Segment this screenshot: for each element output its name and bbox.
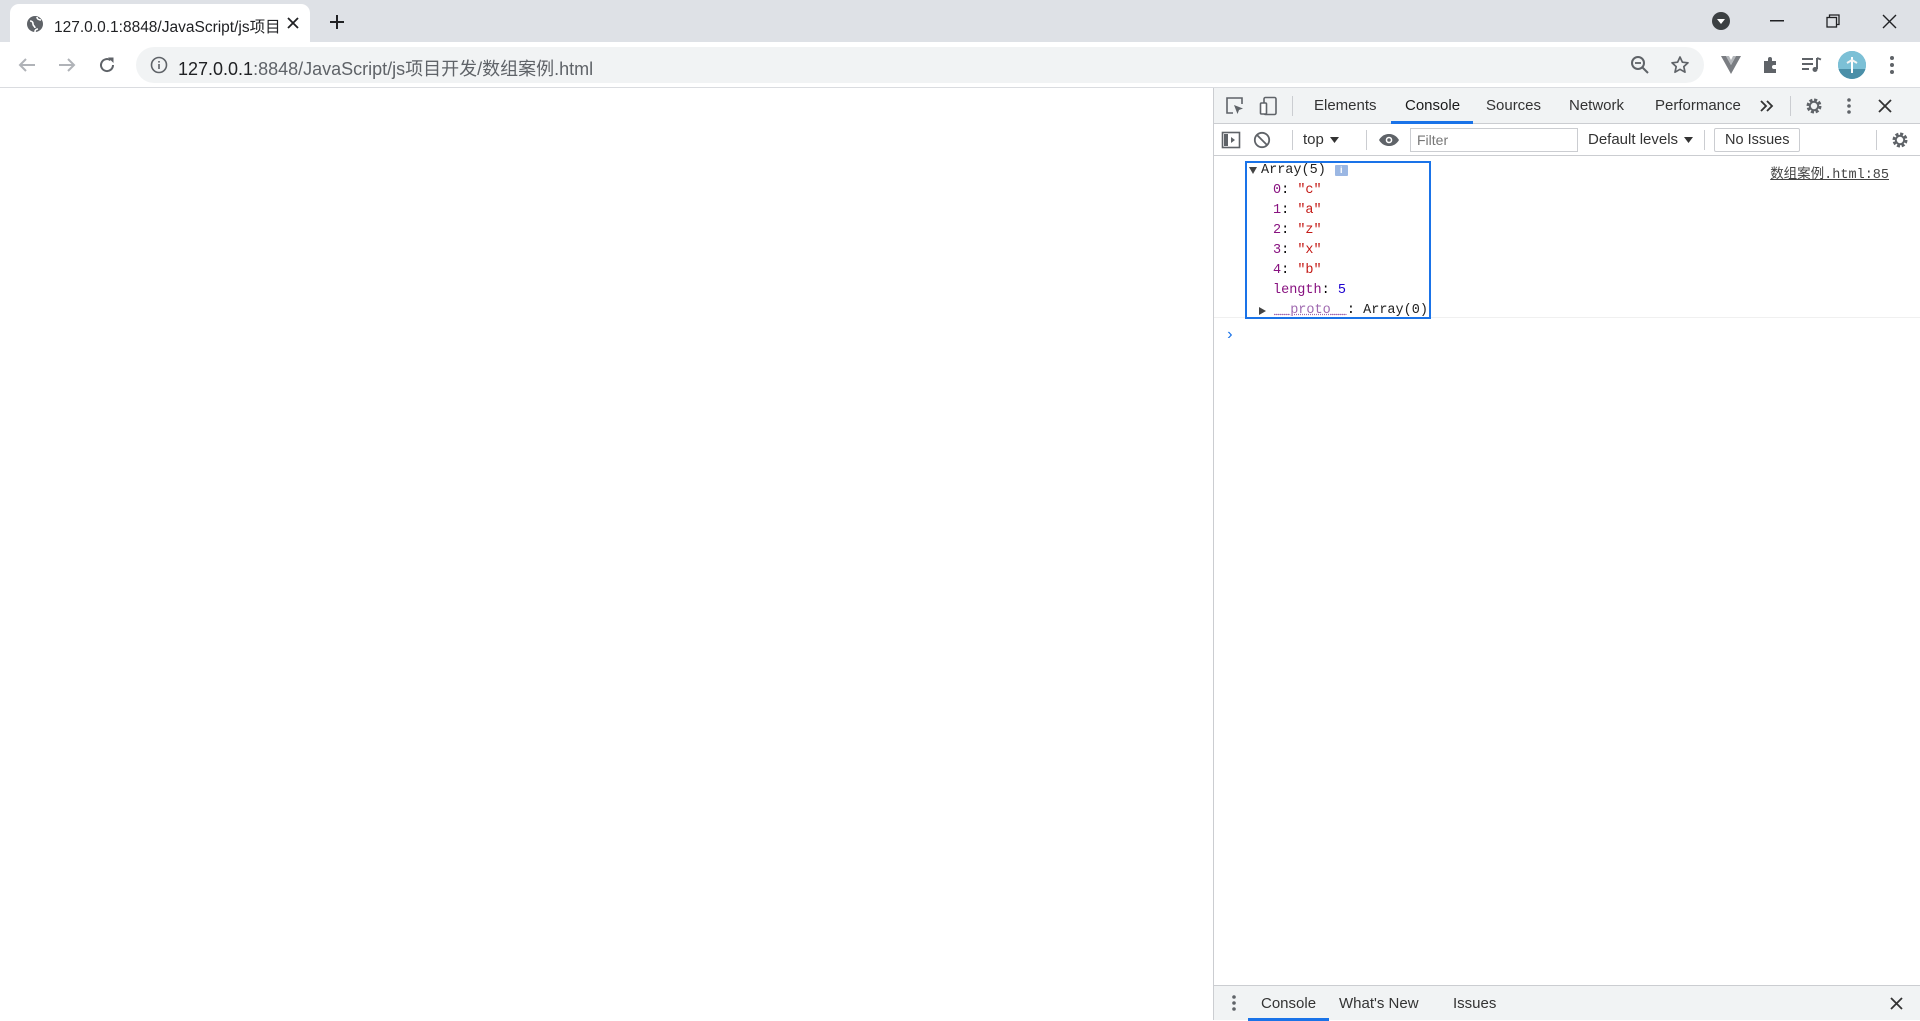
drawer-tab-whats-new[interactable]: What's New [1339, 986, 1419, 1021]
proto-toggle[interactable]: __proto__: Array(0) [1259, 303, 1428, 318]
url-text: 127.0.0.1:8848/JavaScript/js项目开发/数组案例.ht… [178, 55, 593, 81]
chrome-menu-icon[interactable] [1878, 51, 1906, 79]
console-settings-gear-icon[interactable] [1888, 128, 1912, 152]
item-value: "b" [1297, 263, 1322, 278]
issues-counter-button[interactable]: No Issues [1714, 128, 1801, 152]
info-badge-icon[interactable]: i [1334, 165, 1348, 176]
collapsed-triangle-icon [1259, 306, 1266, 315]
drawer-tab-console[interactable]: Console [1261, 986, 1316, 1021]
separator [1366, 130, 1367, 150]
inspect-element-icon[interactable] [1223, 94, 1247, 118]
site-info-icon[interactable] [150, 56, 168, 74]
page-viewport [0, 88, 1213, 1020]
close-devtools-icon[interactable] [1873, 94, 1897, 118]
tab-sources[interactable]: Sources [1486, 88, 1541, 124]
new-tab-button[interactable] [324, 9, 350, 35]
tab-elements[interactable]: Elements [1314, 88, 1377, 124]
extensions-puzzle-icon[interactable] [1757, 51, 1785, 79]
dropdown-arrow-icon [1684, 137, 1694, 143]
close-tab-icon[interactable] [282, 12, 304, 34]
length-value: 5 [1337, 283, 1346, 298]
separator [1292, 130, 1293, 150]
source-link[interactable]: 数组案例.html:85 [1770, 162, 1889, 183]
restore-icon[interactable] [1805, 0, 1861, 42]
media-control-icon[interactable] [1797, 51, 1825, 79]
item-key: 3 [1273, 243, 1282, 258]
array-item: 0: "c" [1273, 183, 1322, 198]
context-value: top [1303, 131, 1324, 148]
separator [1292, 96, 1293, 116]
devtools-tab-bar: Elements Console Sources Network Perform… [1214, 88, 1920, 124]
filter-input[interactable] [1410, 128, 1578, 152]
array-label: Array(5) [1261, 163, 1326, 178]
tab-strip: 127.0.0.1:8848/JavaScript/js项目开发/数组案例.ht… [0, 0, 1920, 42]
drawer-tab-issues[interactable]: Issues [1453, 986, 1496, 1021]
item-key: 1 [1273, 203, 1282, 218]
clear-console-icon[interactable] [1250, 128, 1274, 152]
array-item: 2: "z" [1273, 223, 1322, 238]
close-drawer-icon[interactable] [1884, 991, 1908, 1015]
log-levels-dropdown[interactable]: Default levels [1588, 129, 1694, 151]
browser-tab[interactable]: 127.0.0.1:8848/JavaScript/js项目开发/数组案例.ht… [10, 4, 310, 42]
devtools-panel: Elements Console Sources Network Perform… [1213, 88, 1920, 1021]
tab-network[interactable]: Network [1569, 88, 1624, 124]
array-item: 1: "a" [1273, 203, 1322, 218]
close-window-icon[interactable] [1861, 0, 1917, 42]
url-path: :8848/JavaScript/js项目开发/数组案例.html [253, 59, 594, 79]
console-toolbar: top Default levels No Issues [1214, 124, 1920, 156]
device-toolbar-icon[interactable] [1257, 94, 1281, 118]
tab-console[interactable]: Console [1405, 88, 1460, 124]
address-bar[interactable]: 127.0.0.1:8848/JavaScript/js项目开发/数组案例.ht… [136, 47, 1704, 83]
more-tabs-chevron-icon[interactable] [1755, 94, 1779, 118]
item-value: "z" [1297, 223, 1322, 238]
profile-avatar[interactable] [1838, 51, 1866, 79]
globe-icon [26, 15, 44, 33]
item-value: "c" [1297, 183, 1322, 198]
back-button[interactable] [12, 50, 42, 80]
dropdown-arrow-icon [1329, 137, 1339, 143]
separator [1790, 96, 1791, 116]
reload-button[interactable] [92, 50, 122, 80]
tab-search-button[interactable] [1693, 0, 1749, 42]
array-item: 3: "x" [1273, 243, 1322, 258]
array-length: length: 5 [1273, 283, 1346, 298]
vue-devtools-extension-icon[interactable] [1717, 51, 1745, 79]
proto-key: __proto__ [1274, 303, 1347, 318]
bookmark-star-icon[interactable] [1666, 51, 1694, 79]
length-key: length [1273, 283, 1322, 298]
console-message: Array(5) i 数组案例.html:85 0: "c" 1: "a" 2:… [1214, 156, 1920, 319]
browser-toolbar: 127.0.0.1:8848/JavaScript/js项目开发/数组案例.ht… [0, 42, 1920, 88]
array-toggle[interactable]: Array(5) i [1249, 163, 1348, 178]
live-expression-eye-icon[interactable] [1377, 128, 1401, 152]
url-host: 127.0.0.1 [178, 59, 254, 79]
proto-value: Array(0) [1363, 303, 1428, 318]
separator [1704, 130, 1705, 150]
array-item: 4: "b" [1273, 263, 1322, 278]
expanded-triangle-icon [1249, 167, 1257, 174]
settings-gear-icon[interactable] [1802, 94, 1826, 118]
context-selector[interactable]: top [1303, 129, 1339, 151]
customize-menu-icon[interactable] [1837, 94, 1861, 118]
item-value: "a" [1297, 203, 1322, 218]
item-key: 2 [1273, 223, 1282, 238]
show-sidebar-icon[interactable] [1219, 128, 1243, 152]
minimize-icon[interactable] [1749, 0, 1805, 42]
item-key: 0 [1273, 183, 1282, 198]
item-value: "x" [1297, 243, 1322, 258]
console-prompt[interactable]: › [1225, 326, 1235, 344]
tab-title: 127.0.0.1:8848/JavaScript/js项目开发/数组案例.ht… [54, 19, 280, 36]
console-output: Array(5) i 数组案例.html:85 0: "c" 1: "a" 2:… [1214, 156, 1920, 1001]
log-levels-label: Default levels [1588, 131, 1679, 148]
devtools-drawer: Console What's New Issues [1214, 985, 1920, 1021]
drawer-menu-icon[interactable] [1222, 991, 1246, 1015]
zoom-icon[interactable] [1626, 51, 1654, 79]
forward-button[interactable] [52, 50, 82, 80]
separator [1876, 130, 1877, 150]
tab-performance[interactable]: Performance [1655, 88, 1741, 124]
item-key: 4 [1273, 263, 1282, 278]
